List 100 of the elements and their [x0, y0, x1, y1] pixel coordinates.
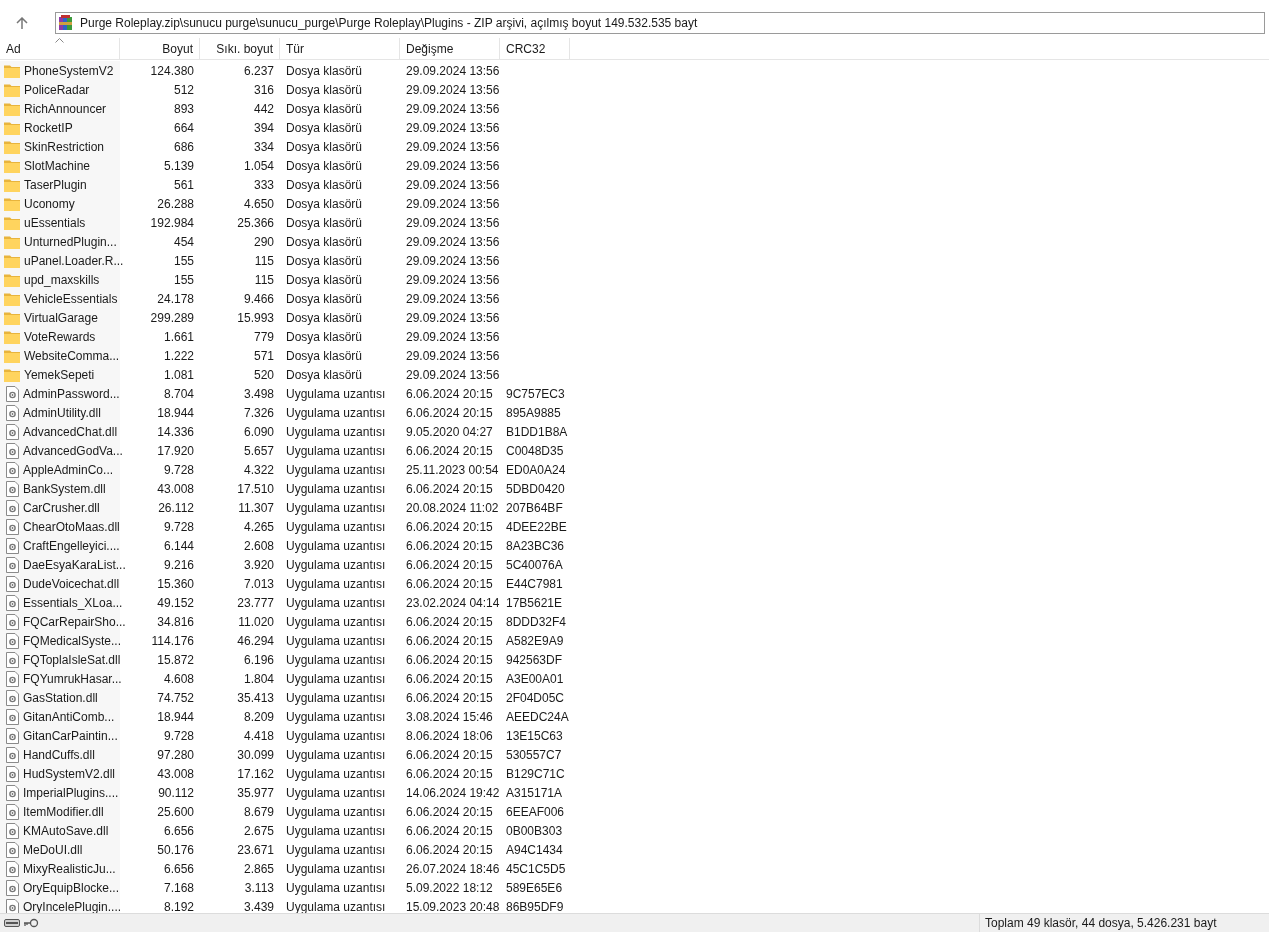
modified-cell: 3.08.2024 15:46 [406, 709, 493, 724]
size-cell-text: 17.920 [157, 442, 194, 460]
packed-size-cell-text: 7.013 [243, 575, 274, 593]
packed-size-cell-text: 17.510 [237, 480, 274, 498]
modified-cell: 29.09.2024 13:56 [406, 310, 500, 325]
modified-cell: 6.06.2024 20:15 [406, 671, 493, 686]
sort-up-icon [55, 38, 64, 43]
type-cell: Uygulama uzantısı [286, 576, 386, 591]
modified-cell: 6.06.2024 20:15 [406, 614, 493, 629]
modified-cell: 29.09.2024 13:56 [406, 158, 500, 173]
file-name[interactable]: FQCarRepairSho... [23, 612, 126, 631]
modified-cell: 29.09.2024 13:56 [406, 63, 500, 78]
type-cell: Uygulama uzantısı [286, 462, 386, 477]
size-cell-text: 14.336 [157, 423, 194, 441]
file-name[interactable]: Essentials_XLoa... [23, 593, 123, 612]
type-cell: Uygulama uzantısı [286, 519, 386, 534]
type-cell: Uygulama uzantısı [286, 861, 386, 876]
packed-size-cell-text: 11.307 [238, 499, 274, 517]
modified-cell: 6.06.2024 20:15 [406, 823, 493, 838]
type-cell: Dosya klasörü [286, 234, 363, 249]
modified-cell: 20.08.2024 11:02 [406, 500, 499, 515]
packed-size-cell-text: 46.294 [237, 632, 274, 650]
modified-cell: 29.09.2024 13:56 [406, 272, 500, 287]
folder-icon [4, 215, 20, 230]
modified-cell: 6.06.2024 20:15 [406, 652, 493, 667]
column-header[interactable]: CRC32 [500, 38, 570, 59]
packed-size-cell-text: 4.650 [243, 195, 274, 213]
crc-cell: 5C40076A [506, 557, 563, 572]
drive-icon[interactable] [4, 919, 20, 927]
folder-icon [4, 158, 20, 173]
size-cell-text: 686 [173, 138, 194, 156]
modified-cell: 6.06.2024 20:15 [406, 405, 493, 420]
column-header[interactable]: Değişme [400, 38, 500, 59]
type-cell: Uygulama uzantısı [286, 405, 386, 420]
folder-icon [4, 272, 20, 287]
type-cell: Uygulama uzantısı [286, 766, 386, 781]
size-cell-text: 9.216 [163, 556, 194, 574]
size-cell-text: 1.661 [163, 328, 194, 346]
type-cell: Uygulama uzantısı [286, 804, 386, 819]
size-cell-text: 26.288 [157, 195, 194, 213]
modified-cell: 6.06.2024 20:15 [406, 519, 493, 534]
modified-cell: 6.06.2024 20:15 [406, 538, 493, 553]
column-header[interactable]: Boyut [120, 38, 200, 59]
size-cell-text: 97.280 [157, 746, 194, 764]
modified-cell: 6.06.2024 20:15 [406, 804, 493, 819]
key-icon[interactable] [23, 918, 39, 928]
crc-cell: A315171A [506, 785, 563, 800]
crc-cell: 895A9885 [506, 405, 561, 420]
type-cell: Dosya klasörü [286, 348, 363, 363]
size-cell-text: 155 [173, 271, 194, 289]
size-cell-text: 1.081 [163, 366, 194, 384]
type-cell: Uygulama uzantısı [286, 614, 386, 629]
size-cell-text: 561 [173, 176, 194, 194]
crc-cell: A94C1434 [506, 842, 563, 857]
type-cell: Dosya klasörü [286, 82, 363, 97]
modified-cell: 15.09.2023 20:48 [406, 899, 500, 913]
packed-size-cell-text: 4.265 [243, 518, 274, 536]
modified-cell: 29.09.2024 13:56 [406, 120, 500, 135]
packed-size-cell-text: 2.865 [243, 860, 274, 878]
size-cell-text: 15.872 [157, 651, 194, 669]
packed-size-cell-text: 394 [253, 119, 274, 137]
modified-cell: 6.06.2024 20:15 [406, 557, 493, 572]
packed-size-cell-text: 4.322 [243, 461, 274, 479]
crc-cell: A3E00A01 [506, 671, 564, 686]
crc-cell: 4DEE22BE [506, 519, 567, 534]
folder-icon [4, 177, 20, 192]
size-cell-text: 34.816 [157, 613, 194, 631]
column-header[interactable]: Tür [280, 38, 400, 59]
folder-icon [4, 63, 20, 78]
size-cell-text: 893 [173, 100, 194, 118]
size-cell-text: 18.944 [157, 404, 194, 422]
packed-size-cell-text: 15.993 [237, 309, 274, 327]
packed-size-cell-text: 3.439 [243, 898, 274, 913]
size-cell-text: 512 [173, 81, 194, 99]
column-header[interactable]: Sıkı. boyut [200, 38, 280, 59]
modified-cell: 6.06.2024 20:15 [406, 386, 493, 401]
size-cell-text: 49.152 [157, 594, 194, 612]
file-name[interactable]: DaeEsyaKaraList... [23, 555, 126, 574]
file-name[interactable]: AdvancedGodVa... [23, 441, 123, 460]
folder-icon [4, 234, 20, 249]
crc-cell: E44C7981 [506, 576, 563, 591]
size-cell-text: 1.222 [163, 347, 194, 365]
modified-cell: 29.09.2024 13:56 [406, 82, 500, 97]
folder-icon [4, 196, 20, 211]
packed-size-cell-text: 442 [253, 100, 274, 118]
packed-size-cell-text: 7.326 [243, 404, 274, 422]
file-name[interactable]: uPanel.Loader.R... [24, 251, 124, 270]
up-arrow-icon[interactable] [16, 16, 28, 30]
crc-cell: C0048D35 [506, 443, 564, 458]
size-cell-text: 9.728 [163, 727, 194, 745]
modified-cell: 26.07.2024 18:46 [406, 861, 500, 876]
crc-cell: 8DDD32F4 [506, 614, 567, 629]
packed-size-cell-text: 520 [253, 366, 274, 384]
column-header[interactable]: Ad [0, 38, 120, 59]
address-field[interactable]: Purge Roleplay.zip\sunucu purge\sunucu_purge\Purge Roleplay\Plugins - ZIP arşivi, açılmış boyut 149.532.535 bayt [55, 12, 1265, 34]
folder-icon [4, 348, 20, 363]
folder-icon [4, 253, 20, 268]
type-cell: Uygulama uzantısı [286, 785, 386, 800]
folder-icon [4, 367, 20, 382]
modified-cell: 29.09.2024 13:56 [406, 234, 500, 249]
